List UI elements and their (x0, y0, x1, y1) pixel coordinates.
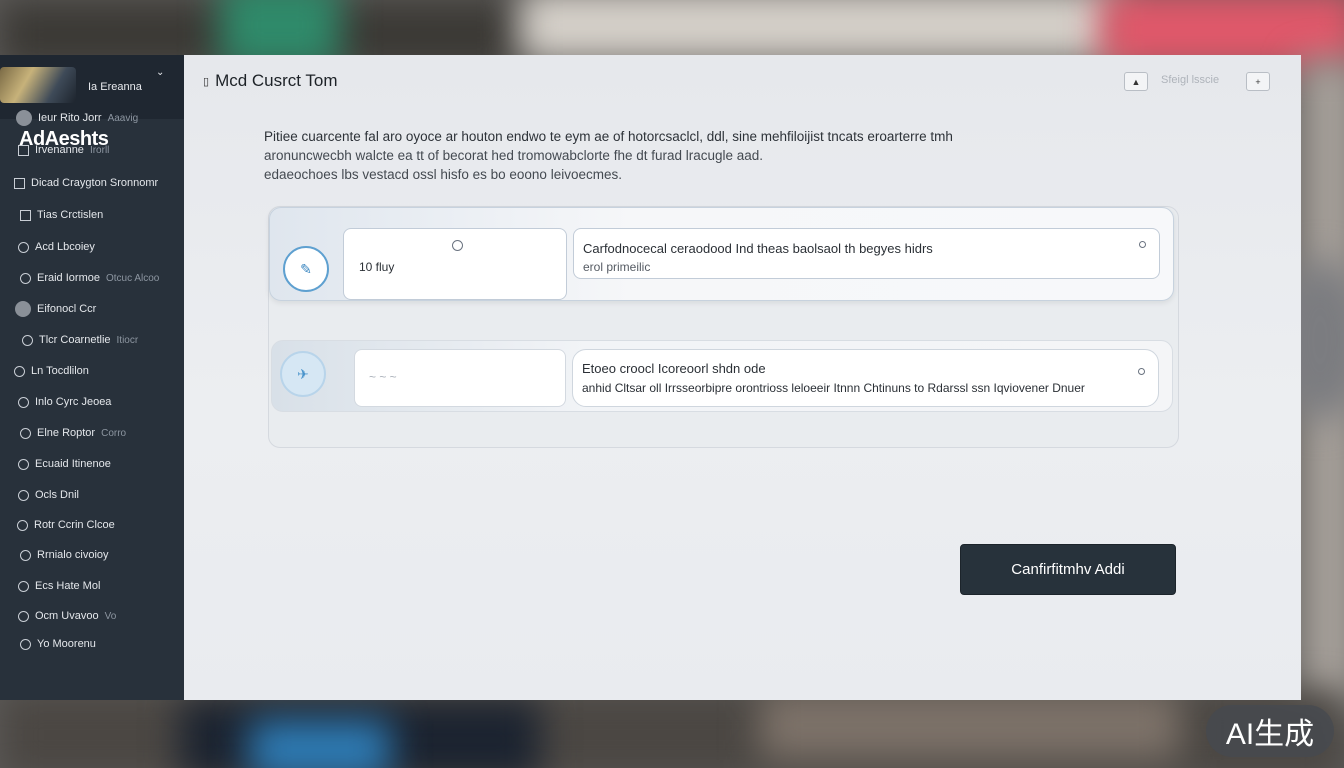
radio-icon[interactable] (452, 240, 463, 251)
dot-icon (22, 334, 33, 346)
list-item[interactable]: ✎ 10 fluy Carfodnocecal ceraodood Ind th… (269, 207, 1174, 301)
dot-icon (20, 272, 31, 284)
app-logo (0, 67, 76, 103)
item-right-box[interactable]: Carfodnocecal ceraodood Ind theas baolsa… (573, 228, 1160, 279)
item-subtitle: erol primeilic (583, 260, 651, 274)
item-right-box[interactable]: Etoeo croocl Icoreoorl shdn ode anhid Cl… (572, 349, 1159, 407)
item-left-box[interactable]: ~ ~ ~ (354, 349, 566, 407)
sidebar-item-label: Tias Crctislen (37, 209, 104, 221)
sidebar-item-label: Acd Lbcoiey (35, 241, 95, 253)
item-left-box[interactable]: 10 fluy (343, 228, 567, 300)
sidebar-item[interactable]: Tias Crctislen (20, 205, 103, 225)
sidebar-item[interactable]: Rotr Ccrin Clcoe (17, 515, 115, 535)
option-icon[interactable] (1139, 241, 1146, 248)
sidebar-item-label: Ieur Rito Jorr (38, 112, 102, 124)
sidebar-item[interactable]: Acd Lbcoiey (18, 237, 95, 257)
main-panel: ▯ Mcd Cusrct Tom ▲ Sfeigl lsscie + Pitie… (184, 55, 1301, 700)
sidebar-item[interactable]: Ecs Hate Mol (18, 576, 100, 596)
item-title: Etoeo croocl Icoreoorl shdn ode (582, 361, 766, 376)
sidebar-item-label: Rrnialo civoioy (37, 549, 109, 561)
dot-icon (20, 427, 31, 439)
sidebar: Ia Ereanna ⌄ AdAeshts Ieur Rito Jorr Aaav… (0, 55, 184, 700)
collapse-button[interactable]: ▲ (1124, 72, 1148, 91)
sidebar-item[interactable]: Inlo Cyrc Jeoea (18, 392, 111, 412)
user-icon (16, 110, 32, 126)
description: Pitiee cuarcente fal aro oyoce ar houton… (264, 127, 1024, 184)
sidebar-item[interactable]: Ln Tocdlilon (14, 361, 89, 381)
sidebar-item-label: Yo Moorenu (37, 638, 96, 650)
plane-icon[interactable]: ✈ (280, 351, 326, 397)
sidebar-item-sublabel: Itiocr (116, 334, 139, 346)
title-row: ▯ Mcd Cusrct Tom (203, 71, 338, 91)
sidebar-item[interactable]: Rrnialo civoioy (20, 545, 109, 565)
sidebar-item-label: Eraid Iormoe (37, 272, 100, 284)
sidebar-item[interactable]: Dicad Craygton Sronnomr (14, 173, 158, 193)
list-item[interactable]: ✈ ~ ~ ~ Etoeo croocl Icoreoorl shdn ode … (271, 340, 1173, 412)
sidebar-item[interactable]: Elne Roptor Corro (20, 423, 126, 443)
menu-icon[interactable]: ▯ (203, 75, 209, 88)
sidebar-item-sublabel: Aaavig (107, 112, 139, 124)
sidebar-item-sublabel: Corro (101, 427, 127, 439)
description-line: Pitiee cuarcente fal aro oyoce ar houton… (264, 129, 953, 144)
option-icon[interactable] (1138, 368, 1145, 375)
description-line: aronuncwecbh walcte ea tt of becorat hed… (264, 148, 764, 163)
edit-icon[interactable]: ✎ (283, 246, 329, 292)
sidebar-item-label: Ocm Uvavoo (35, 610, 99, 622)
sidebar-item-label: Tlcr Coarnetlie (39, 334, 111, 346)
add-button[interactable]: + (1246, 72, 1270, 91)
circle-icon (18, 489, 29, 501)
grid-icon (20, 209, 31, 221)
sidebar-item[interactable]: Tlcr Coarnetlie Itiocr (22, 330, 138, 350)
item-left-label: ~ ~ ~ (369, 370, 397, 384)
workspace-name[interactable]: Ia Ereanna (88, 81, 142, 93)
sidebar-item[interactable]: Ocm Uvavoo Vo (18, 606, 116, 626)
avatar-icon (15, 301, 31, 317)
sidebar-item-label: Dicad Craygton Sronnomr (31, 177, 159, 189)
circle-icon (14, 365, 25, 377)
sidebar-item[interactable]: Irvenanne Irorll (18, 140, 109, 160)
sidebar-item-label: Ecs Hate Mol (35, 580, 101, 592)
circle-icon (18, 396, 29, 408)
item-left-label: 10 fluy (359, 260, 395, 274)
item-list: ✎ 10 fluy Carfodnocecal ceraodood Ind th… (268, 206, 1179, 448)
sidebar-item-label: Rotr Ccrin Clcoe (34, 519, 115, 531)
item-title: Carfodnocecal ceraodood Ind theas baolsa… (583, 241, 933, 256)
confirm-add-button[interactable]: Canfirfitmhv Addi (960, 544, 1176, 595)
sidebar-item-label: Eifonocl Ccr (37, 303, 97, 315)
sidebar-item[interactable]: Yo Moorenu (20, 634, 96, 654)
ai-generated-watermark: AI生成 (1206, 705, 1334, 757)
dot-icon (18, 458, 29, 470)
circle-icon (17, 519, 28, 531)
sidebar-item-label: Ecuaid Itinenoe (35, 458, 111, 470)
circle-icon (18, 610, 29, 622)
sidebar-item-sublabel: Otcuc Alcoo (105, 272, 160, 284)
page-title: Mcd Cusrct Tom (215, 71, 338, 90)
circle-icon (18, 241, 29, 253)
dot-icon (20, 549, 31, 561)
grid-icon (14, 177, 25, 189)
sidebar-item[interactable]: Ocls Dnil (18, 485, 79, 505)
sidebar-item-sublabel: Vo (104, 610, 117, 622)
sidebar-item-label: Ln Tocdlilon (31, 365, 89, 377)
sidebar-item[interactable]: Ieur Rito Jorr Aaavig (16, 108, 138, 128)
sidebar-item[interactable]: Ecuaid Itinenoe (18, 454, 111, 474)
sidebar-item[interactable]: Eraid Iormoe Otcuc Alcoo (20, 268, 159, 288)
toolbar-text: Sfeigl lsscie (1161, 74, 1220, 86)
sidebar-item-label: Inlo Cyrc Jeoea (35, 396, 112, 408)
dot-icon (20, 638, 31, 650)
sidebar-item-label: Elne Roptor (37, 427, 96, 439)
grid-icon (18, 144, 29, 156)
chevron-down-icon[interactable]: ⌄ (156, 67, 164, 78)
sidebar-item-sublabel: Irorll (89, 144, 110, 156)
item-subtitle: anhid Cltsar oll Irrsseorbipre orontrios… (582, 381, 1085, 395)
description-line: edaeochoes lbs vestacd ossl hisfo es bo … (264, 167, 622, 182)
sidebar-item[interactable]: Eifonocl Ccr (15, 299, 96, 319)
sidebar-item-label: Irvenanne (35, 144, 84, 156)
dot-icon (18, 580, 29, 592)
sidebar-item-label: Ocls Dnil (35, 489, 80, 501)
